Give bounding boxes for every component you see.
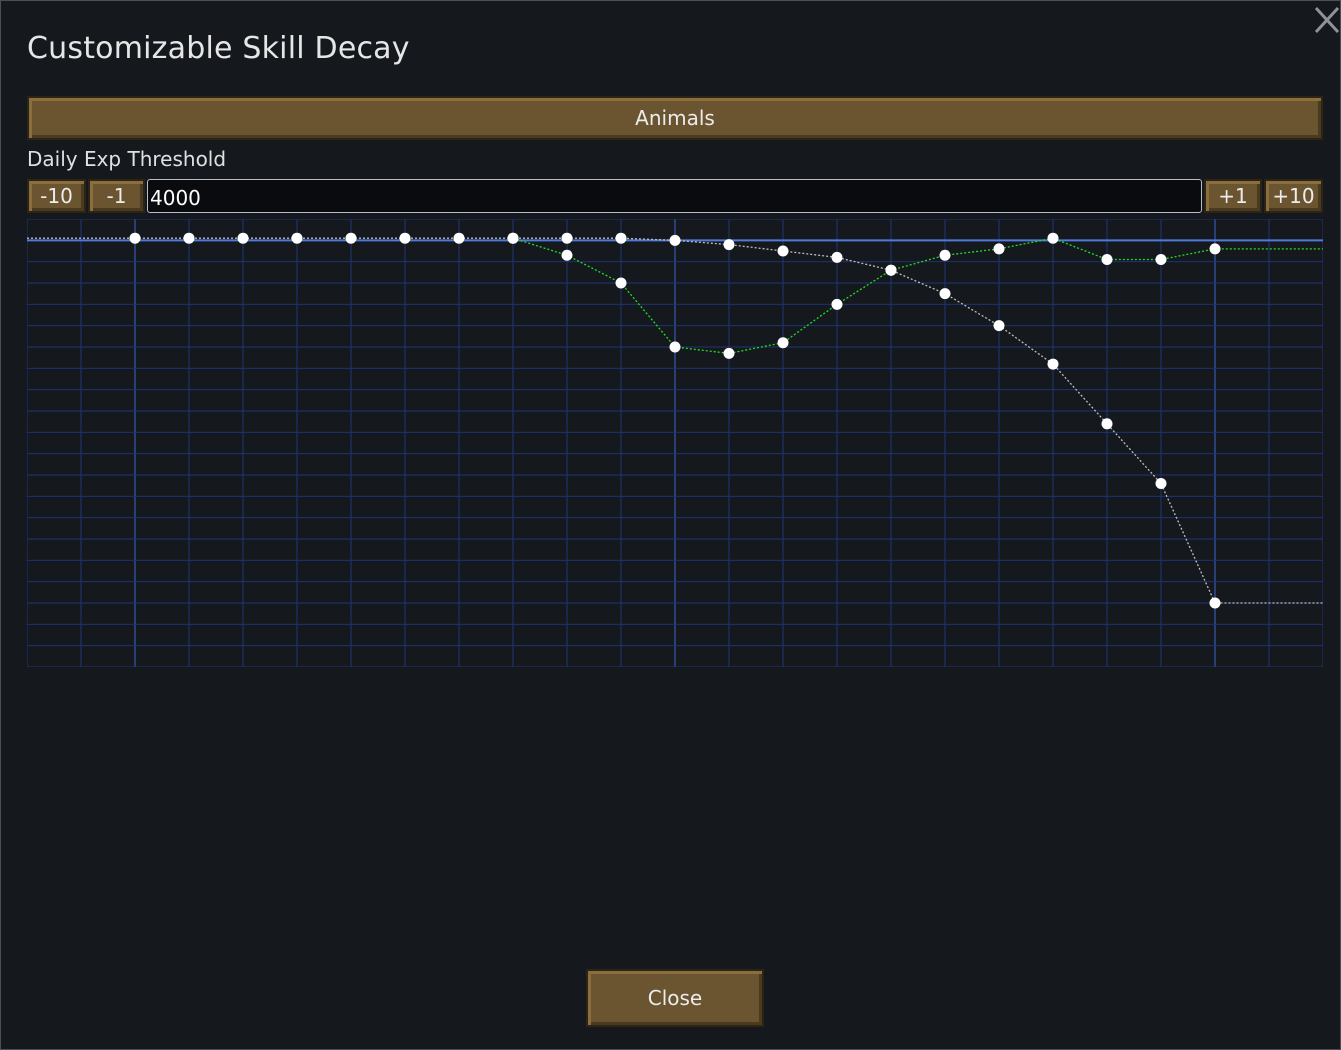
curve-point-decay	[453, 232, 465, 244]
curve-point-green	[561, 249, 573, 261]
decay-curve-graph[interactable]	[27, 219, 1323, 667]
curve-point-green	[507, 232, 519, 244]
curve-point-green	[885, 264, 897, 276]
curve-point-decay	[831, 251, 843, 263]
curve-point-green	[1155, 254, 1167, 266]
close-x-icon[interactable]	[1311, 3, 1341, 35]
curve-point-decay	[561, 232, 573, 244]
curve-point-green	[831, 298, 843, 310]
curve-point-decay	[615, 232, 627, 244]
curve-point-green	[1101, 254, 1113, 266]
dialog-title: Customizable Skill Decay	[27, 31, 410, 66]
curve-point-decay	[723, 239, 735, 251]
curve-point-decay	[129, 232, 141, 244]
curve-point-decay	[939, 288, 951, 300]
curve-point-green	[777, 337, 789, 349]
threshold-label: Daily Exp Threshold	[27, 147, 227, 171]
curve-point-decay	[777, 245, 789, 257]
curve-point-decay	[345, 232, 357, 244]
curve-point-decay	[1155, 478, 1167, 490]
curve-point-green	[615, 277, 627, 289]
skill-decay-dialog: Customizable Skill Decay Animals Daily E…	[0, 0, 1341, 1050]
curve-point-green	[1047, 232, 1059, 244]
curve-point-decay	[669, 234, 681, 246]
curve-point-decay	[1209, 597, 1221, 609]
curve-point-decay	[1047, 358, 1059, 370]
curve-point-green	[1209, 243, 1221, 255]
minus-10-button[interactable]: -10	[27, 179, 86, 213]
curve-point-green	[669, 341, 681, 353]
curve-point-green	[723, 347, 735, 359]
curve-point-decay	[183, 232, 195, 244]
curve-point-green	[993, 243, 1005, 255]
close-button[interactable]: Close	[586, 969, 764, 1027]
curve-point-decay	[237, 232, 249, 244]
minus-1-button[interactable]: -1	[88, 179, 145, 213]
curve-point-decay	[291, 232, 303, 244]
curve-point-decay	[399, 232, 411, 244]
plus-10-button[interactable]: +10	[1264, 179, 1323, 213]
curve-point-decay	[1101, 418, 1113, 430]
plus-1-button[interactable]: +1	[1204, 179, 1262, 213]
curve-point-green	[939, 249, 951, 261]
threshold-input[interactable]	[147, 179, 1202, 213]
skill-selector-button[interactable]: Animals	[27, 96, 1323, 140]
curve-line-green	[512, 237, 1323, 355]
curve-point-decay	[993, 320, 1005, 332]
